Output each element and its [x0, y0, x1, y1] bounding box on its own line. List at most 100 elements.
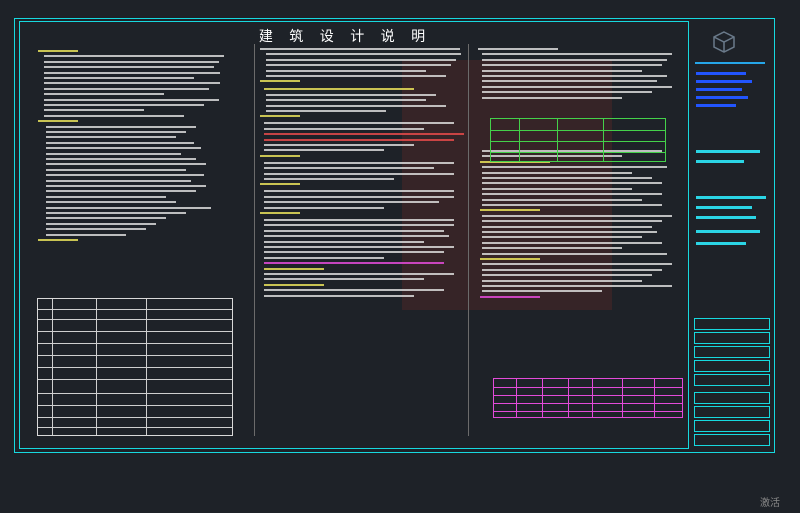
text-line [480, 295, 540, 298]
text-line [482, 236, 642, 239]
text-line [46, 158, 196, 160]
cube-logo-icon [713, 31, 735, 53]
text-line [482, 268, 662, 271]
text-line [44, 82, 220, 85]
text-line [264, 235, 449, 238]
text-line [482, 91, 652, 94]
text-line [38, 120, 78, 123]
text-line [46, 233, 126, 236]
title-block-cell [694, 406, 770, 418]
text-line [264, 122, 454, 125]
text-line [44, 104, 204, 106]
text-line [264, 201, 439, 204]
text-line [478, 48, 558, 50]
title-block-bar [696, 96, 748, 99]
text-line [264, 246, 454, 248]
text-line [264, 256, 384, 259]
text-line [46, 228, 146, 231]
text-line [482, 279, 642, 282]
text-line [482, 64, 662, 67]
text-line [482, 263, 672, 266]
text-line [260, 115, 300, 118]
title-block-cell [694, 332, 770, 344]
title-block-cell [694, 392, 770, 404]
text-line [482, 252, 667, 255]
title-block-bar [696, 104, 736, 107]
text-line [482, 58, 667, 61]
text-line [482, 274, 652, 277]
text-line [46, 163, 206, 166]
text-line [38, 50, 78, 52]
text-line [264, 267, 324, 270]
text-line [44, 109, 144, 112]
left-materials-table [37, 298, 233, 436]
title-block-bar [696, 72, 746, 75]
text-line [264, 88, 414, 91]
brand-line [695, 62, 765, 64]
text-line [46, 131, 186, 133]
text-line [260, 48, 460, 50]
text-line [44, 114, 184, 117]
text-line [480, 209, 540, 212]
text-line [264, 167, 434, 170]
column-divider-1 [254, 44, 255, 436]
text-line [266, 75, 446, 77]
text-line [44, 55, 224, 58]
text-line [480, 258, 540, 260]
text-line [44, 87, 209, 90]
text-line [482, 171, 632, 174]
text-line [266, 110, 386, 112]
text-line [46, 222, 156, 225]
text-line [264, 178, 394, 180]
text-line [482, 247, 622, 250]
text-line [264, 289, 444, 292]
text-line [482, 96, 622, 99]
text-line [264, 294, 414, 297]
text-line [482, 204, 662, 206]
text-line [46, 168, 186, 171]
text-line [264, 251, 444, 254]
text-line [266, 58, 456, 61]
text-line [482, 187, 632, 190]
title-block-bar [696, 160, 744, 163]
title-block-bar [696, 242, 746, 245]
text-line [266, 64, 451, 67]
title-block-bar [696, 88, 742, 91]
text-line [44, 98, 219, 101]
text-line [264, 278, 424, 281]
text-line [482, 220, 662, 223]
text-line [482, 285, 672, 287]
title-block-cell [694, 346, 770, 358]
text-line [482, 69, 642, 72]
text-line [264, 224, 454, 227]
text-line [482, 166, 667, 169]
text-line [264, 133, 464, 136]
text-line [46, 179, 191, 182]
text-line [482, 85, 672, 88]
text-line [482, 193, 662, 196]
text-line [482, 290, 602, 293]
text-line [266, 99, 426, 102]
text-line [482, 231, 657, 233]
text-line [44, 71, 220, 74]
text-line [482, 182, 662, 185]
sheet-title: 建 筑 设 计 说 明 [258, 29, 432, 45]
door-window-table [493, 378, 683, 418]
title-block-cell [694, 374, 770, 386]
text-line [482, 198, 642, 201]
text-line [264, 195, 454, 198]
text-line [482, 75, 667, 77]
corner-text: 激活 [760, 498, 780, 509]
text-line [264, 149, 384, 152]
text-line [264, 240, 424, 243]
text-line [46, 136, 176, 139]
text-line [482, 177, 652, 179]
text-line [44, 60, 219, 63]
title-block-bar [696, 230, 760, 233]
text-line [260, 154, 300, 157]
title-block-cell [694, 318, 770, 330]
text-line [46, 217, 166, 220]
text-line [46, 201, 176, 204]
text-line [264, 229, 444, 232]
text-line [44, 77, 194, 79]
